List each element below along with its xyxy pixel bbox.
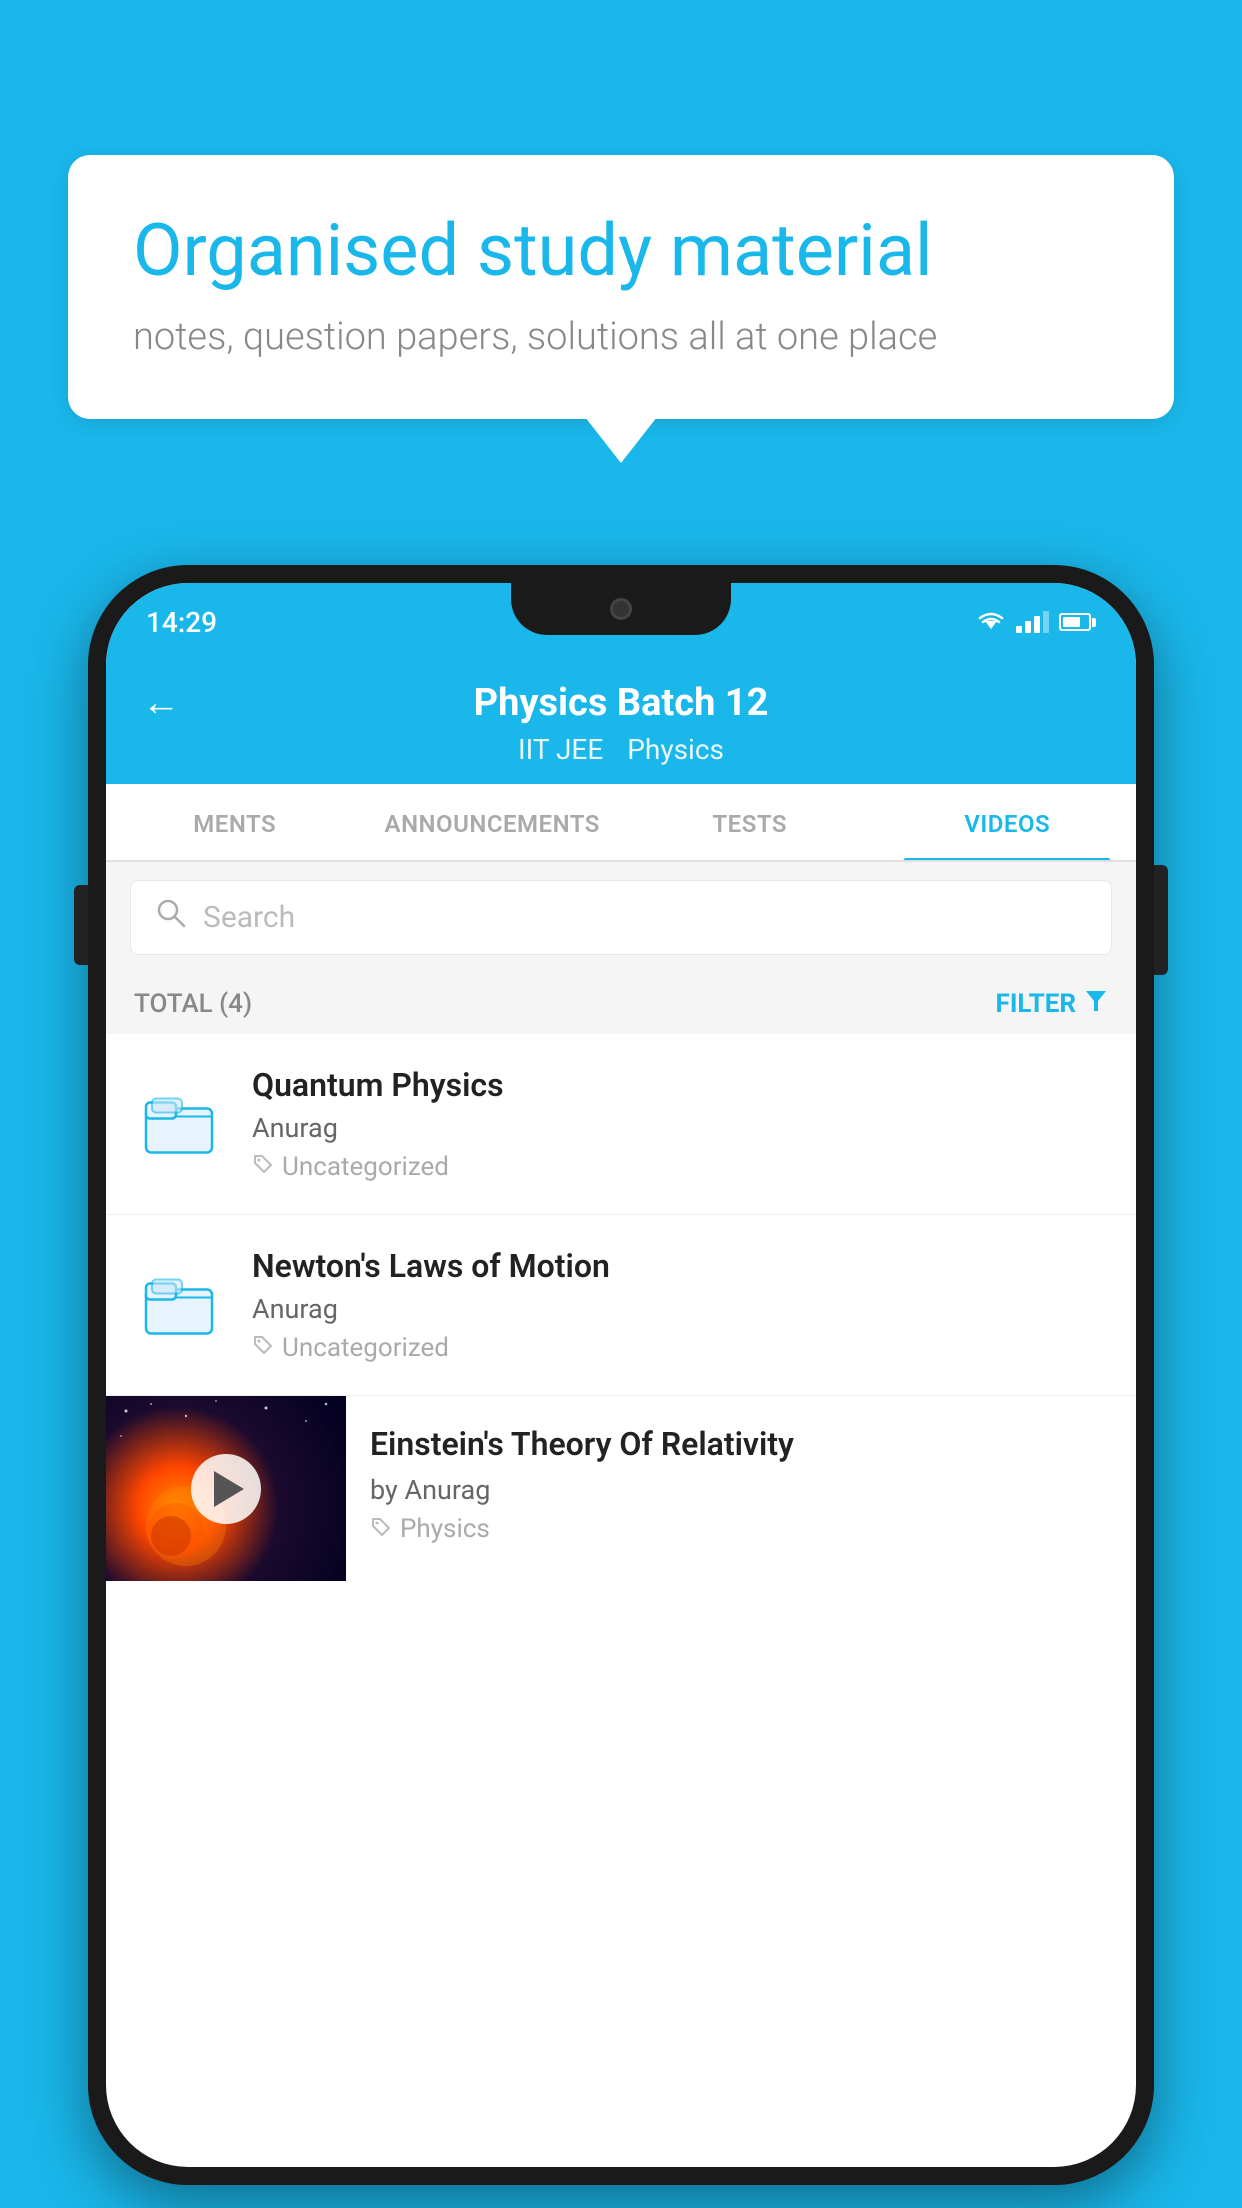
- play-button[interactable]: [191, 1454, 261, 1524]
- header-tags: IIT JEE Physics: [518, 733, 724, 766]
- search-container: Search: [106, 862, 1136, 973]
- item-tag-label-3: Physics: [400, 1514, 490, 1544]
- item-tag-3: Physics: [370, 1514, 1112, 1544]
- signal-icon: [1016, 611, 1049, 633]
- tag-icon-1: [252, 1153, 274, 1181]
- item-tag-label-1: Uncategorized: [282, 1152, 449, 1182]
- header-tag-iit: IIT JEE: [518, 733, 603, 766]
- video-list: Quantum Physics Anurag Uncategorized: [106, 1034, 1136, 1581]
- front-camera: [610, 598, 632, 620]
- bubble-subtitle: notes, question papers, solutions all at…: [133, 315, 1109, 359]
- item-content-2: Newton's Laws of Motion Anurag Uncategor…: [252, 1247, 1108, 1363]
- list-item[interactable]: Newton's Laws of Motion Anurag Uncategor…: [106, 1215, 1136, 1396]
- tab-ments[interactable]: MENTS: [106, 784, 364, 860]
- phone-notch: [511, 583, 731, 635]
- phone-mockup: 14:29: [88, 565, 1154, 2185]
- filter-bar: TOTAL (4) FILTER: [106, 973, 1136, 1034]
- bubble-title: Organised study material: [133, 210, 1109, 293]
- tab-announcements[interactable]: ANNOUNCEMENTS: [364, 784, 622, 860]
- item-author-1: Anurag: [252, 1112, 1108, 1144]
- status-time: 14:29: [146, 606, 217, 639]
- tag-icon-2: [252, 1334, 274, 1362]
- back-button[interactable]: ←: [142, 681, 180, 725]
- item-title-3: Einstein's Theory Of Relativity: [370, 1424, 1112, 1466]
- item-tag-2: Uncategorized: [252, 1333, 1108, 1363]
- filter-button[interactable]: FILTER: [996, 987, 1108, 1020]
- battery-icon: [1059, 613, 1096, 631]
- item-content-1: Quantum Physics Anurag Uncategorized: [252, 1066, 1108, 1182]
- search-bar[interactable]: Search: [130, 880, 1112, 955]
- item-title-1: Quantum Physics: [252, 1066, 1108, 1104]
- tab-videos[interactable]: VIDEOS: [879, 784, 1137, 860]
- filter-icon: [1084, 987, 1108, 1020]
- item-icon-1: [134, 1079, 224, 1169]
- item-tag-label-2: Uncategorized: [282, 1333, 449, 1363]
- app-header: ← Physics Batch 12 IIT JEE Physics: [106, 653, 1136, 784]
- item-title-2: Newton's Laws of Motion: [252, 1247, 1108, 1285]
- total-count: TOTAL (4): [134, 989, 252, 1019]
- tab-tests[interactable]: TESTS: [621, 784, 879, 860]
- tag-icon-3: [370, 1516, 392, 1542]
- list-item[interactable]: Einstein's Theory Of Relativity by Anura…: [106, 1396, 1136, 1581]
- header-tag-physics: Physics: [627, 733, 724, 766]
- phone-screen: 14:29: [106, 583, 1136, 2167]
- search-placeholder: Search: [203, 900, 295, 935]
- wifi-icon: [976, 611, 1006, 633]
- search-icon: [155, 897, 187, 938]
- item-author-2: Anurag: [252, 1293, 1108, 1325]
- item-author-3: by Anurag: [370, 1474, 1112, 1506]
- item-tag-1: Uncategorized: [252, 1152, 1108, 1182]
- phone-outer: 14:29: [88, 565, 1154, 2185]
- speech-bubble: Organised study material notes, question…: [68, 155, 1174, 419]
- header-title: Physics Batch 12: [474, 681, 769, 725]
- item-content-3: Einstein's Theory Of Relativity by Anura…: [346, 1396, 1136, 1572]
- list-item[interactable]: Quantum Physics Anurag Uncategorized: [106, 1034, 1136, 1215]
- item-icon-2: [134, 1260, 224, 1350]
- status-icons: [976, 611, 1096, 633]
- tab-bar: MENTS ANNOUNCEMENTS TESTS VIDEOS: [106, 784, 1136, 862]
- video-thumbnail: [106, 1396, 346, 1581]
